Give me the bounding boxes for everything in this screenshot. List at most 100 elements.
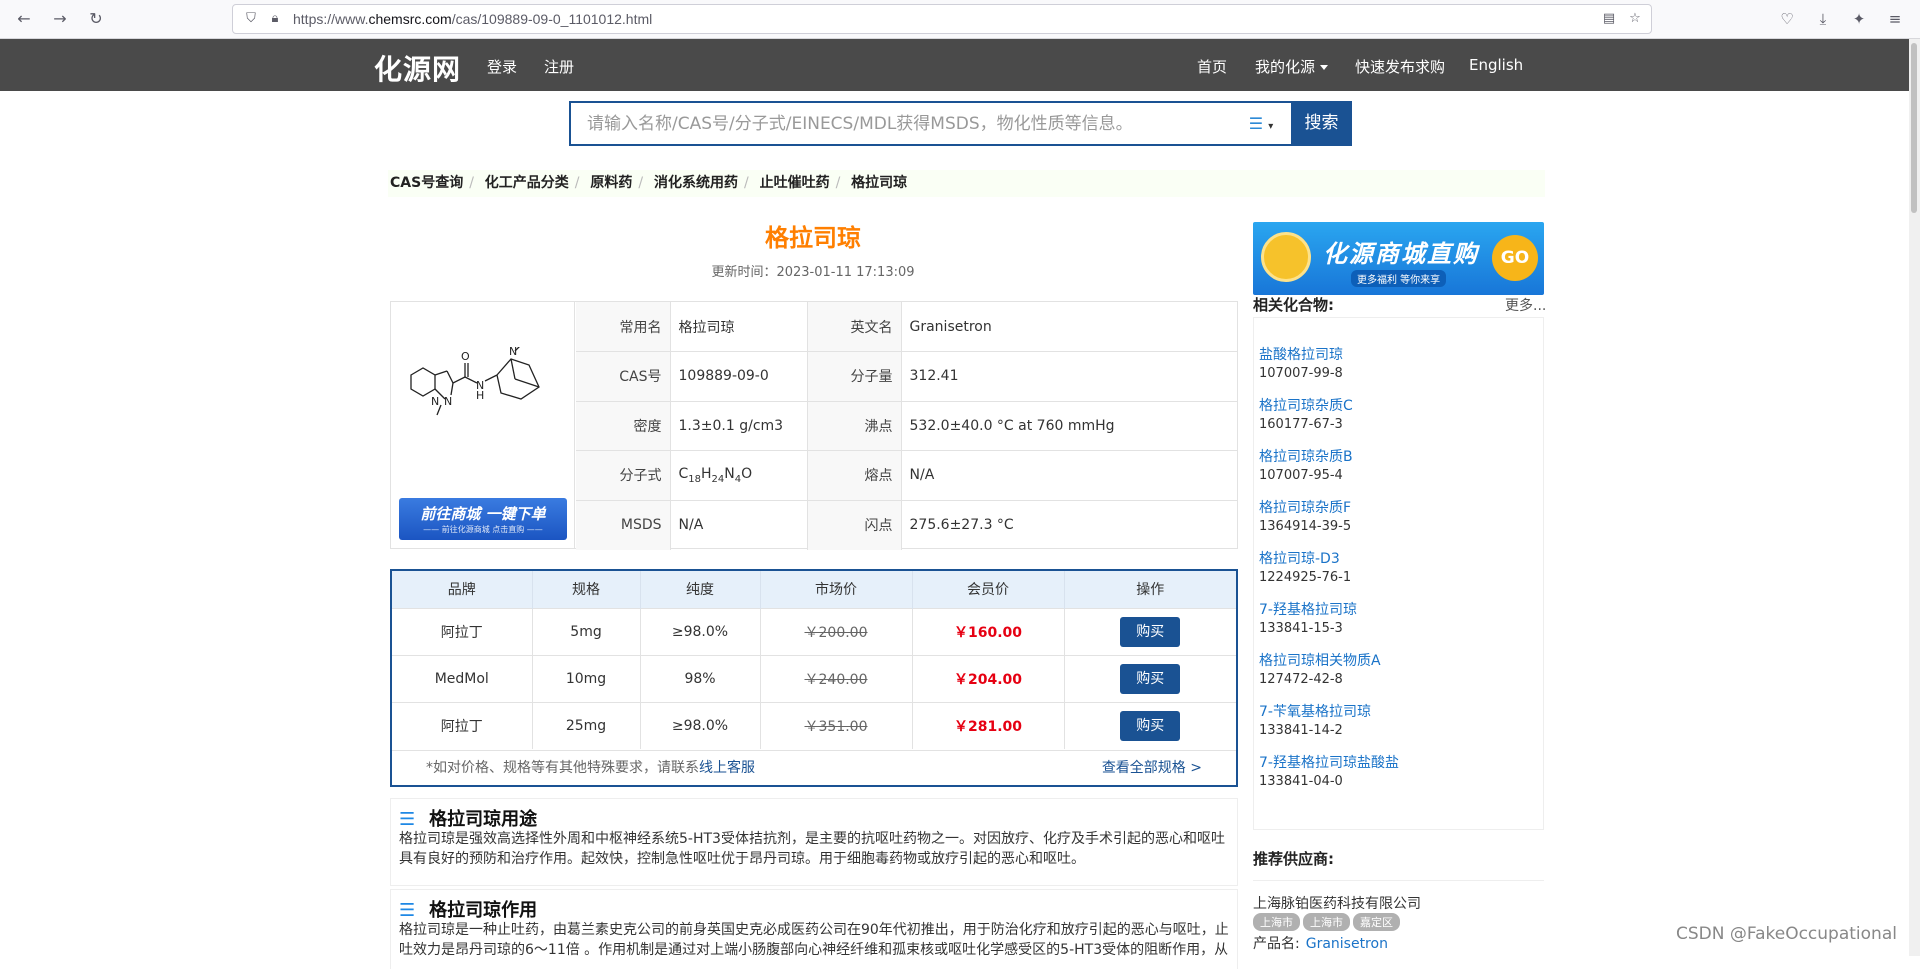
member-price: ￥204.00 [953, 671, 1023, 688]
property-label: 闪点 [807, 500, 902, 550]
search-bar: ☰ ▾ 搜索 [569, 101, 1352, 146]
related-compound-link[interactable]: 格拉司琼杂质C [1259, 395, 1353, 415]
related-compound-link[interactable]: 7-羟基格拉司琼 [1259, 599, 1357, 619]
view-all-specs-link[interactable]: 查看全部规格 > [1102, 751, 1202, 786]
shield-icon[interactable]: ⛉ [243, 11, 259, 27]
breadcrumb-item[interactable]: 消化系统用药 [654, 175, 738, 191]
search-type-dropdown[interactable]: ☰ ▾ [1231, 103, 1291, 144]
login-link[interactable]: 登录 [487, 56, 517, 77]
structure-panel: O N H N N N 前往商城 一键下单 —— 前往化源商城 点击直购 —— [391, 302, 575, 548]
online-service-link[interactable]: 线上客服 [699, 760, 755, 776]
reader-view-icon[interactable]: ▤ [1601, 11, 1617, 27]
back-icon[interactable]: ← [14, 9, 34, 29]
column-header: 规格 [532, 571, 641, 608]
english-link[interactable]: English [1469, 56, 1523, 74]
pocket-icon[interactable]: ♡ [1777, 9, 1797, 29]
related-more-link[interactable]: 更多... [1505, 295, 1546, 315]
ad-go-button[interactable]: GO [1492, 235, 1538, 281]
svg-text:N: N [431, 395, 439, 408]
svg-text:O: O [461, 350, 470, 363]
site-logo[interactable]: 化源网 [374, 48, 461, 88]
product-link[interactable]: Granisetron [1306, 936, 1388, 952]
section-title: ☰ 格拉司琼用途 [399, 809, 538, 830]
site-header: 化源网 登录 注册 首页 我的化源 快速发布求购 English [0, 39, 1920, 91]
page-scrollbar[interactable] [1909, 39, 1920, 956]
register-link[interactable]: 注册 [544, 56, 574, 77]
extensions-icon[interactable]: ✦ [1849, 9, 1869, 29]
related-compound-cas: 133841-14-2 [1259, 723, 1343, 738]
price-table: 品牌 规格 纯度 市场价 会员价 操作 阿拉丁 5mg ≥98.0% ￥200.… [392, 571, 1236, 749]
related-compound-cas: 133841-04-0 [1259, 774, 1343, 789]
coin-icon [1261, 232, 1311, 282]
search-input[interactable] [571, 103, 1231, 144]
page-title: 格拉司琼 [765, 224, 861, 252]
bookmark-star-icon[interactable]: ☆ [1627, 11, 1643, 27]
related-compound-link[interactable]: 格拉司琼杂质F [1259, 497, 1351, 517]
list-item: 7-苄氧基格拉司琼 133841-14-2 [1259, 701, 1371, 738]
property-label: CAS号 [576, 351, 671, 402]
property-value: 532.0±40.0 °C at 760 mmHg [901, 401, 1238, 451]
url-text[interactable]: https://www.chemsrc.com/cas/109889-09-0_… [293, 11, 652, 27]
property-value: N/A [901, 450, 1238, 501]
section-body: 格拉司琼是一种止吐药，由葛兰素史克公司的前身英国史克必成医药公司在90年代初推出… [399, 922, 1229, 958]
column-header: 市场价 [760, 571, 913, 608]
breadcrumb-item[interactable]: CAS号查询 [390, 175, 463, 191]
related-compound-link[interactable]: 7-羟基格拉司琼盐酸盐 [1259, 752, 1399, 772]
market-price-cell: ￥240.00 [760, 654, 913, 702]
brand-cell: MedMol [392, 654, 533, 702]
buy-button[interactable]: 购买 [1120, 663, 1181, 694]
breadcrumb: CAS号查询 / 化工产品分类 / 原料药 / 消化系统用药 / 止吐催吐药 / 格拉司琼 [388, 170, 1545, 197]
update-time: 更新时间：2023-01-11 17:13:09 [711, 265, 915, 280]
column-header: 纯度 [640, 571, 761, 608]
download-icon[interactable]: ⤓ [1813, 9, 1833, 29]
ad-title: 化源商城直购 [1323, 240, 1479, 268]
quick-post-link[interactable]: 快速发布求购 [1355, 56, 1445, 77]
list-item: 格拉司琼杂质C 160177-67-3 [1259, 395, 1353, 432]
table-row: 阿拉丁 25mg ≥98.0% ￥351.00 ￥281.00 购买 [392, 701, 1236, 749]
price-footer: *如对价格、规格等有其他特殊要求，请联系线上客服 查看全部规格 > [392, 750, 1236, 785]
member-price-cell: ￥204.00 [912, 654, 1065, 702]
buy-button[interactable]: 购买 [1120, 616, 1181, 647]
menu-icon[interactable]: ≡ [1885, 9, 1905, 29]
related-compound-cas: 127472-42-8 [1259, 672, 1343, 687]
my-chemsrc-menu[interactable]: 我的化源 [1255, 56, 1329, 77]
table-row: 分子式 C18H24N4O 熔点 N/A [576, 450, 1238, 501]
breadcrumb-item[interactable]: 止吐催吐药 [760, 175, 830, 191]
breadcrumb-item-current[interactable]: 格拉司琼 [851, 175, 907, 191]
brand-cell: 阿拉丁 [392, 607, 533, 655]
molecule-structure-image[interactable]: O N H N N N [401, 347, 566, 447]
related-compound-link[interactable]: 盐酸格拉司琼 [1259, 344, 1343, 364]
table-row: 密度 1.3±0.1 g/cm3 沸点 532.0±40.0 °C at 760… [576, 401, 1238, 451]
location-tag: 嘉定区 [1353, 913, 1400, 931]
related-compound-link[interactable]: 格拉司琼相关物质A [1259, 650, 1381, 670]
breadcrumb-item[interactable]: 化工产品分类 [485, 175, 569, 191]
table-row: CAS号 109889-09-0 分子量 312.41 [576, 351, 1238, 402]
related-compound-cas: 160177-67-3 [1259, 417, 1343, 432]
related-compound-link[interactable]: 格拉司琼杂质B [1259, 446, 1353, 466]
scrollbar-thumb[interactable] [1911, 43, 1917, 213]
search-button[interactable]: 搜索 [1291, 101, 1352, 146]
property-label: 英文名 [807, 302, 902, 352]
spec-cell: 10mg [532, 654, 641, 702]
related-compound-link[interactable]: 格拉司琼-D3 [1259, 548, 1351, 568]
address-bar[interactable]: ⛉ 🔒︎ https://www.chemsrc.com/cas/109889-… [232, 4, 1652, 34]
forward-icon[interactable]: → [50, 9, 70, 29]
caret-down-icon [1320, 65, 1329, 70]
list-item: 盐酸格拉司琼 107007-99-8 [1259, 344, 1343, 381]
market-price-cell: ￥200.00 [760, 607, 913, 655]
list-icon: ☰ [399, 900, 416, 921]
reload-icon[interactable]: ↻ [86, 9, 106, 29]
home-link[interactable]: 首页 [1197, 56, 1227, 77]
lock-icon[interactable]: 🔒︎ [267, 11, 283, 27]
member-price-cell: ￥160.00 [912, 607, 1065, 655]
member-price: ￥281.00 [953, 718, 1023, 735]
shop-banner[interactable]: 前往商城 一键下单 —— 前往化源商城 点击直购 —— [399, 498, 567, 540]
related-compound-link[interactable]: 7-苄氧基格拉司琼 [1259, 701, 1371, 721]
related-compound-cas: 1364914-39-5 [1259, 519, 1352, 534]
breadcrumb-item[interactable]: 原料药 [590, 175, 632, 191]
supplier-name[interactable]: 上海脉铂医药科技有限公司 [1253, 893, 1421, 913]
table-row: MSDS N/A 闪点 275.6±27.3 °C [576, 500, 1238, 550]
mall-ad-banner[interactable]: 化源商城直购 更多福利 等你来享 GO [1253, 222, 1544, 295]
buy-button[interactable]: 购买 [1120, 710, 1181, 741]
list-item: 格拉司琼-D3 1224925-76-1 [1259, 548, 1351, 585]
